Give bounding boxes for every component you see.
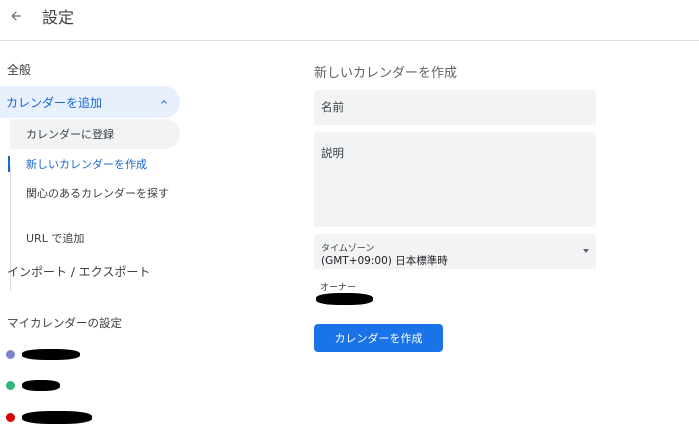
active-indicator [8,156,10,172]
back-button[interactable] [4,4,28,28]
redacted-calendar-name [22,349,80,360]
my-calendar-item[interactable] [6,376,106,396]
create-calendar-button[interactable]: カレンダーを作成 [314,324,443,352]
description-placeholder: 説明 [321,146,344,160]
name-placeholder: 名前 [321,100,344,114]
my-calendar-item[interactable] [6,345,106,365]
sidebar-item-create-calendar[interactable]: 新しいカレンダーを作成 [26,157,147,172]
chevron-up-icon [161,100,167,104]
sidebar-item-label: カレンダーを追加 [6,95,103,110]
sidebar-item-browse-calendars[interactable]: 関心のあるカレンダーを探す [26,186,171,201]
settings-sidebar: 全般 カレンダーを追加 カレンダーに登録 新しいカレンダーを作成 関心のあるカレ… [0,41,185,436]
calendar-color-dot [6,350,15,359]
my-calendar-item[interactable] [6,408,106,428]
calendar-color-dot [6,413,15,422]
redacted-calendar-name [22,380,60,391]
timezone-value: (GMT+09:00) 日本標準時 [321,255,448,267]
timezone-select[interactable]: タイムゾーン (GMT+09:00) 日本標準時 [314,234,596,269]
calendar-name-field[interactable]: 名前 [314,90,596,125]
dropdown-arrow-icon [583,249,589,253]
redacted-calendar-name [22,411,92,424]
sidebar-item-subscribe[interactable]: カレンダーに登録 [26,127,114,142]
calendar-color-dot [6,381,15,390]
arrow-back-icon [11,11,21,21]
calendar-description-field[interactable]: 説明 [314,132,596,227]
form-title: 新しいカレンダーを作成 [314,66,458,81]
my-calendars-heading: マイカレンダーの設定 [7,316,122,330]
sidebar-item-general[interactable]: 全般 [7,61,31,78]
sidebar-item-import-export[interactable]: インポート / エクスポート [7,263,150,280]
sidebar-item-add-calendar[interactable]: カレンダーを追加 [0,86,180,118]
sidebar-item-add-by-url[interactable]: URL で追加 [26,231,84,246]
owner-label: オーナー [320,283,357,293]
redacted-owner-name [316,293,373,305]
page-title: 設定 [42,8,75,27]
settings-header: 設定 [0,0,699,41]
